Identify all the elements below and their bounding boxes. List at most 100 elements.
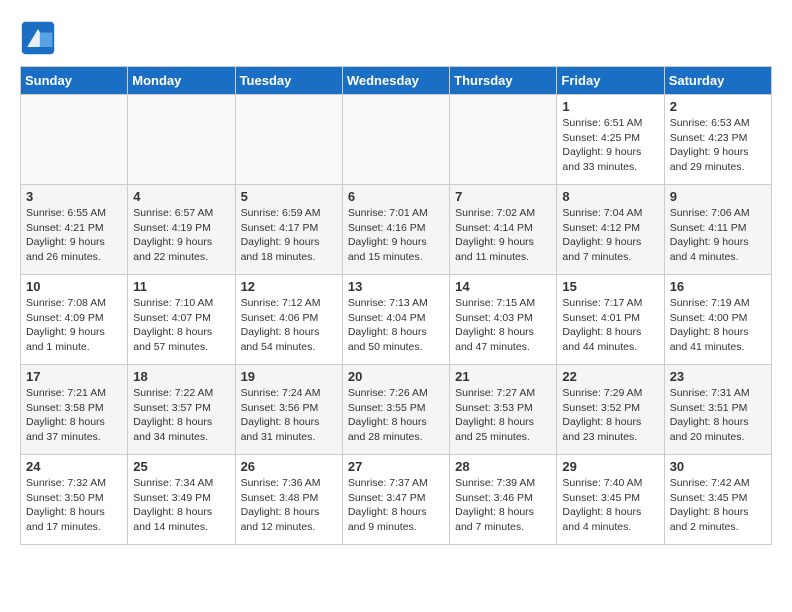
day-info: Sunrise: 7:29 AM Sunset: 3:52 PM Dayligh… [562, 386, 658, 445]
cell-week2-day4: 14Sunrise: 7:15 AM Sunset: 4:03 PM Dayli… [450, 275, 557, 365]
day-info: Sunrise: 7:40 AM Sunset: 3:45 PM Dayligh… [562, 476, 658, 535]
day-info: Sunrise: 7:19 AM Sunset: 4:00 PM Dayligh… [670, 296, 766, 355]
day-info: Sunrise: 6:53 AM Sunset: 4:23 PM Dayligh… [670, 116, 766, 175]
day-number: 10 [26, 279, 122, 294]
header-thursday: Thursday [450, 67, 557, 95]
day-info: Sunrise: 7:27 AM Sunset: 3:53 PM Dayligh… [455, 386, 551, 445]
cell-week0-day1 [128, 95, 235, 185]
day-number: 1 [562, 99, 658, 114]
day-number: 7 [455, 189, 551, 204]
cell-week2-day0: 10 Sunrise: 7:08 AM Sunset: 4:09 PM Dayli… [21, 275, 128, 365]
day-number: 2 [670, 99, 766, 114]
cell-week4-day4: 28Sunrise: 7:39 AM Sunset: 3:46 PM Dayli… [450, 455, 557, 545]
cell-week3-day0: 17 Sunrise: 7:21 AM Sunset: 3:58 PM Dayli… [21, 365, 128, 455]
day-info: Sunrise: 7:37 AM Sunset: 3:47 PM Dayligh… [348, 476, 444, 535]
day-info: Sunrise: 6:57 AM Sunset: 4:19 PM Dayligh… [133, 206, 229, 265]
cell-week4-day3: 27 Sunrise: 7:37 AM Sunset: 3:47 PM Dayli… [342, 455, 449, 545]
day-number: 19 [241, 369, 337, 384]
day-number: 20 [348, 369, 444, 384]
cell-week1-day2: 5 Sunrise: 6:59 AM Sunset: 4:17 PM Daylig… [235, 185, 342, 275]
day-number: 3 [26, 189, 122, 204]
day-info: Sunrise: 7:24 AM Sunset: 3:56 PM Dayligh… [241, 386, 337, 445]
cell-week0-day6: 2 Sunrise: 6:53 AM Sunset: 4:23 PM Daylig… [664, 95, 771, 185]
cell-week4-day2: 26Sunrise: 7:36 AM Sunset: 3:48 PM Dayli… [235, 455, 342, 545]
week-row-2: 10 Sunrise: 7:08 AM Sunset: 4:09 PM Dayli… [21, 275, 772, 365]
cell-week3-day6: 23 Sunrise: 7:31 AM Sunset: 3:51 PM Dayli… [664, 365, 771, 455]
cell-week2-day2: 12 Sunrise: 7:12 AM Sunset: 4:06 PM Dayli… [235, 275, 342, 365]
header-monday: Monday [128, 67, 235, 95]
day-info: Sunrise: 7:15 AM Sunset: 4:03 PM Dayligh… [455, 296, 551, 355]
week-row-1: 3 Sunrise: 6:55 AM Sunset: 4:21 PM Daylig… [21, 185, 772, 275]
cell-week1-day1: 4 Sunrise: 6:57 AM Sunset: 4:19 PM Daylig… [128, 185, 235, 275]
cell-week3-day2: 19 Sunrise: 7:24 AM Sunset: 3:56 PM Dayli… [235, 365, 342, 455]
logo-icon [20, 20, 56, 56]
cell-week1-day6: 9 Sunrise: 7:06 AM Sunset: 4:11 PM Daylig… [664, 185, 771, 275]
day-number: 5 [241, 189, 337, 204]
day-info: Sunrise: 7:26 AM Sunset: 3:55 PM Dayligh… [348, 386, 444, 445]
day-info: Sunrise: 7:02 AM Sunset: 4:14 PM Dayligh… [455, 206, 551, 265]
day-info: Sunrise: 7:32 AM Sunset: 3:50 PM Dayligh… [26, 476, 122, 535]
cell-week2-day6: 16 Sunrise: 7:19 AM Sunset: 4:00 PM Dayli… [664, 275, 771, 365]
day-info: Sunrise: 7:12 AM Sunset: 4:06 PM Dayligh… [241, 296, 337, 355]
day-info: Sunrise: 7:10 AM Sunset: 4:07 PM Dayligh… [133, 296, 229, 355]
week-row-4: 24 Sunrise: 7:32 AM Sunset: 3:50 PM Dayli… [21, 455, 772, 545]
day-number: 16 [670, 279, 766, 294]
day-info: Sunrise: 7:04 AM Sunset: 4:12 PM Dayligh… [562, 206, 658, 265]
day-info: Sunrise: 7:08 AM Sunset: 4:09 PM Dayligh… [26, 296, 122, 355]
header-wednesday: Wednesday [342, 67, 449, 95]
cell-week0-day4 [450, 95, 557, 185]
day-info: Sunrise: 7:21 AM Sunset: 3:58 PM Dayligh… [26, 386, 122, 445]
header-row: SundayMondayTuesdayWednesdayThursdayFrid… [21, 67, 772, 95]
day-number: 30 [670, 459, 766, 474]
cell-week3-day4: 21Sunrise: 7:27 AM Sunset: 3:53 PM Dayli… [450, 365, 557, 455]
day-info: Sunrise: 6:55 AM Sunset: 4:21 PM Dayligh… [26, 206, 122, 265]
cell-week2-day1: 11 Sunrise: 7:10 AM Sunset: 4:07 PM Dayli… [128, 275, 235, 365]
header-saturday: Saturday [664, 67, 771, 95]
day-number: 28 [455, 459, 551, 474]
day-number: 12 [241, 279, 337, 294]
day-number: 13 [348, 279, 444, 294]
day-info: Sunrise: 7:22 AM Sunset: 3:57 PM Dayligh… [133, 386, 229, 445]
cell-week3-day5: 22 Sunrise: 7:29 AM Sunset: 3:52 PM Dayli… [557, 365, 664, 455]
cell-week0-day3 [342, 95, 449, 185]
day-info: Sunrise: 7:17 AM Sunset: 4:01 PM Dayligh… [562, 296, 658, 355]
day-number: 17 [26, 369, 122, 384]
day-number: 4 [133, 189, 229, 204]
day-info: Sunrise: 7:13 AM Sunset: 4:04 PM Dayligh… [348, 296, 444, 355]
cell-week4-day1: 25 Sunrise: 7:34 AM Sunset: 3:49 PM Dayli… [128, 455, 235, 545]
cell-week0-day0 [21, 95, 128, 185]
day-number: 15 [562, 279, 658, 294]
day-number: 22 [562, 369, 658, 384]
cell-week4-day0: 24 Sunrise: 7:32 AM Sunset: 3:50 PM Dayli… [21, 455, 128, 545]
cell-week1-day5: 8Sunrise: 7:04 AM Sunset: 4:12 PM Daylig… [557, 185, 664, 275]
cell-week3-day1: 18 Sunrise: 7:22 AM Sunset: 3:57 PM Dayli… [128, 365, 235, 455]
header-sunday: Sunday [21, 67, 128, 95]
day-info: Sunrise: 7:34 AM Sunset: 3:49 PM Dayligh… [133, 476, 229, 535]
day-number: 24 [26, 459, 122, 474]
day-number: 11 [133, 279, 229, 294]
day-number: 29 [562, 459, 658, 474]
cell-week0-day5: 1 Sunrise: 6:51 AM Sunset: 4:25 PM Daylig… [557, 95, 664, 185]
day-number: 23 [670, 369, 766, 384]
cell-week1-day0: 3 Sunrise: 6:55 AM Sunset: 4:21 PM Daylig… [21, 185, 128, 275]
day-info: Sunrise: 6:51 AM Sunset: 4:25 PM Dayligh… [562, 116, 658, 175]
cell-week1-day4: 7 Sunrise: 7:02 AM Sunset: 4:14 PM Daylig… [450, 185, 557, 275]
cell-week4-day5: 29 Sunrise: 7:40 AM Sunset: 3:45 PM Dayli… [557, 455, 664, 545]
day-number: 27 [348, 459, 444, 474]
header-friday: Friday [557, 67, 664, 95]
day-number: 9 [670, 189, 766, 204]
day-number: 25 [133, 459, 229, 474]
day-number: 6 [348, 189, 444, 204]
week-row-0: 1 Sunrise: 6:51 AM Sunset: 4:25 PM Daylig… [21, 95, 772, 185]
page-header [20, 20, 772, 56]
calendar-table: SundayMondayTuesdayWednesdayThursdayFrid… [20, 66, 772, 545]
day-info: Sunrise: 7:06 AM Sunset: 4:11 PM Dayligh… [670, 206, 766, 265]
cell-week1-day3: 6 Sunrise: 7:01 AM Sunset: 4:16 PM Daylig… [342, 185, 449, 275]
day-info: Sunrise: 7:36 AM Sunset: 3:48 PM Dayligh… [241, 476, 337, 535]
day-info: Sunrise: 7:31 AM Sunset: 3:51 PM Dayligh… [670, 386, 766, 445]
logo [20, 20, 60, 56]
day-number: 18 [133, 369, 229, 384]
day-info: Sunrise: 6:59 AM Sunset: 4:17 PM Dayligh… [241, 206, 337, 265]
day-info: Sunrise: 7:01 AM Sunset: 4:16 PM Dayligh… [348, 206, 444, 265]
cell-week4-day6: 30Sunrise: 7:42 AM Sunset: 3:45 PM Dayli… [664, 455, 771, 545]
